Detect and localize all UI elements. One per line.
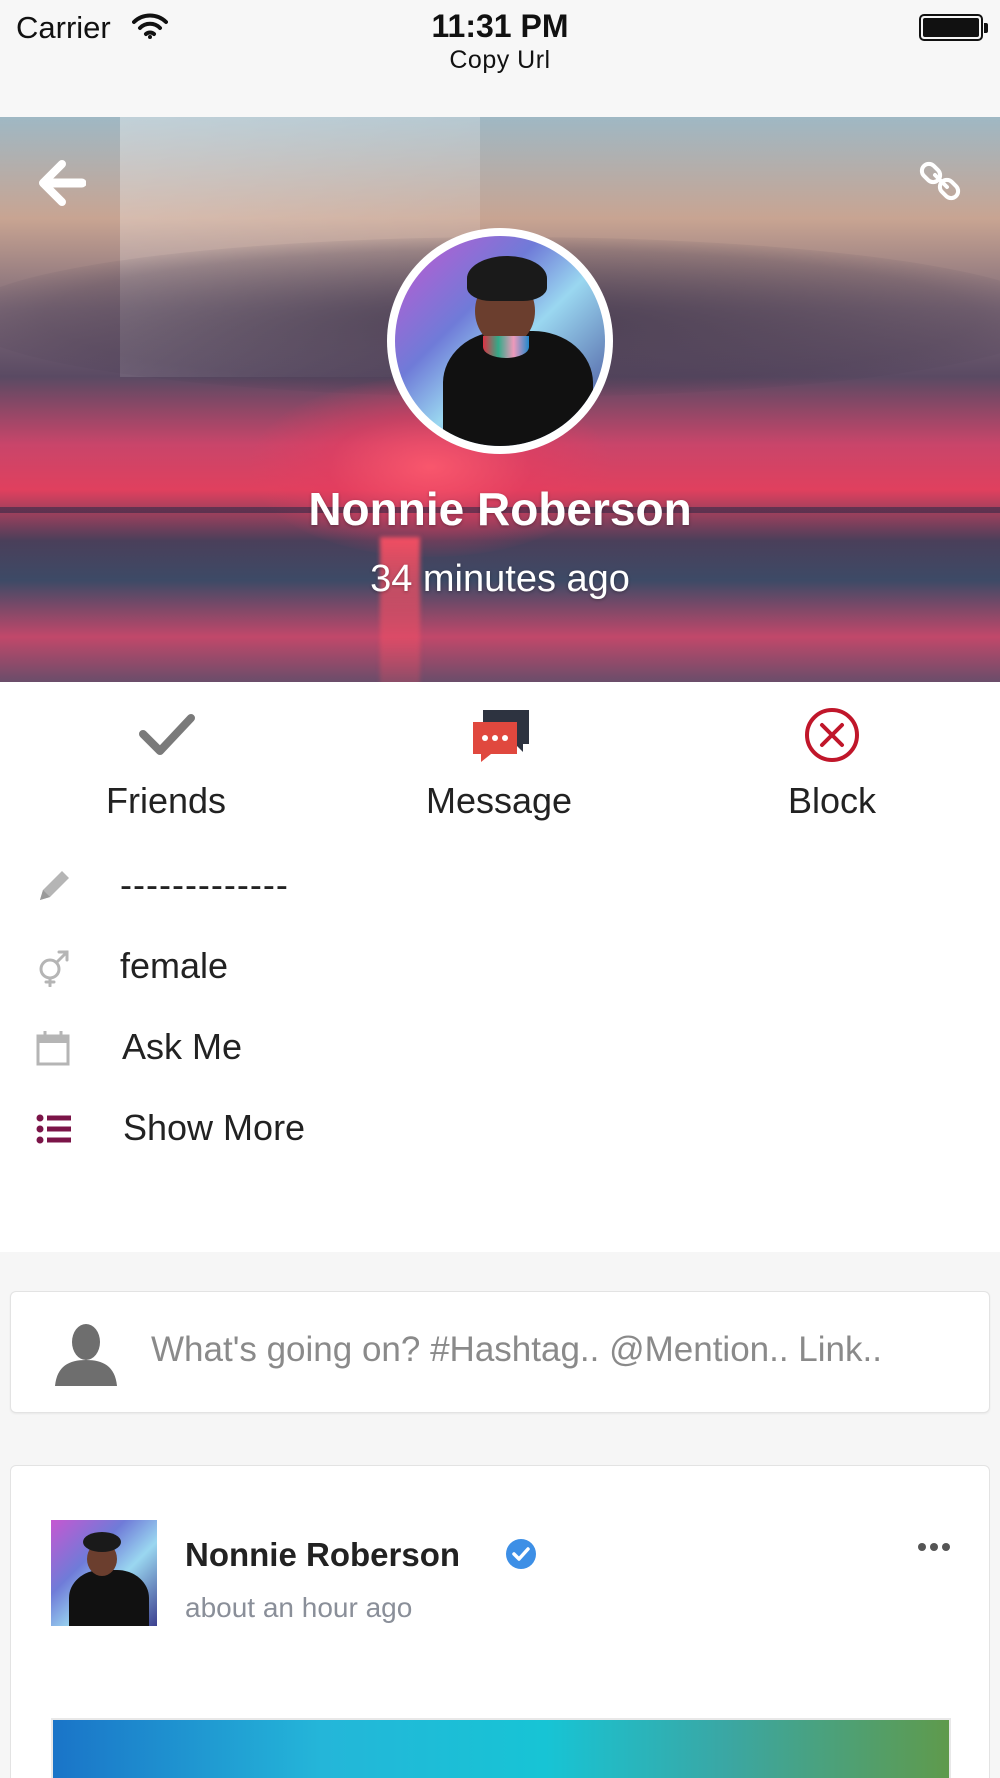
message-button[interactable]: Message xyxy=(359,682,639,832)
gender-text: female xyxy=(120,945,229,986)
friends-label: Friends xyxy=(105,780,227,821)
verified-badge-icon xyxy=(506,1539,536,1569)
user-silhouette-icon xyxy=(55,1324,117,1386)
composer-placeholder[interactable]: What's going on? #Hashtag.. @Mention.. L… xyxy=(151,1330,882,1370)
post-author-avatar[interactable] xyxy=(51,1520,157,1626)
post-composer[interactable]: What's going on? #Hashtag.. @Mention.. L… xyxy=(10,1291,990,1413)
chat-bubbles-icon xyxy=(473,710,529,762)
battery-icon xyxy=(919,14,988,41)
pencil-icon xyxy=(40,871,69,900)
status-time: 11:31 PM xyxy=(431,8,569,44)
copy-url-label[interactable]: Copy Url xyxy=(0,46,1000,75)
birthday-text: Ask Me xyxy=(122,1026,243,1067)
info-row-birthday: Ask Me xyxy=(0,1020,1000,1080)
block-label: Block xyxy=(787,780,877,821)
profile-name: Nonnie Roberson xyxy=(308,483,692,535)
show-more-row[interactable]: Show More xyxy=(0,1101,1000,1161)
gender-icon xyxy=(39,950,69,987)
show-more-text: Show More xyxy=(123,1107,306,1148)
block-button[interactable]: Block xyxy=(692,682,972,832)
info-panel: Friends Message Block ------------- fema… xyxy=(0,682,1000,1252)
friends-button[interactable]: Friends xyxy=(26,682,306,832)
post-author-name[interactable]: Nonnie Roberson xyxy=(185,1536,460,1574)
post-timestamp: about an hour ago xyxy=(185,1592,413,1623)
link-icon[interactable] xyxy=(918,158,964,204)
checkmark-icon xyxy=(139,714,195,755)
block-x-circle-icon xyxy=(805,708,859,762)
info-row-about: ------------- xyxy=(0,858,1000,918)
back-arrow-icon[interactable] xyxy=(38,160,86,206)
post-card: Nonnie Roberson about an hour ago xyxy=(10,1465,990,1778)
profile-avatar[interactable] xyxy=(395,236,605,446)
list-icon xyxy=(36,1114,71,1144)
last-seen: 34 minutes ago xyxy=(370,558,630,600)
more-options-icon[interactable] xyxy=(917,1540,951,1554)
about-text: ------------- xyxy=(120,864,289,905)
calendar-icon xyxy=(36,1031,70,1066)
post-media-image[interactable] xyxy=(51,1718,951,1778)
info-row-gender: female xyxy=(0,939,1000,999)
status-bar: Carrier 11:31 PM Copy Url xyxy=(0,0,1000,117)
message-label: Message xyxy=(425,780,573,821)
